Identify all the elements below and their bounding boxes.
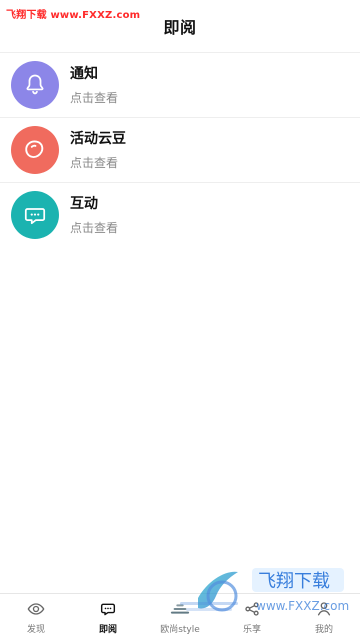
watermark-brand-text: 飞翔下载 xyxy=(258,571,330,592)
item-title: 活动云豆 xyxy=(70,130,126,147)
bottom-nav: 发现 即阅 欧尚style 乐享 我的 xyxy=(0,593,360,638)
bell-icon xyxy=(26,74,44,95)
nav-label: 即阅 xyxy=(98,624,117,635)
item-title: 互动 xyxy=(70,195,98,212)
bean-icon xyxy=(25,140,44,158)
chat-bubble-icon xyxy=(24,208,46,225)
interaction-avatar xyxy=(11,191,59,239)
nav-label: 欧尚style xyxy=(160,624,200,635)
list-item-activity-beans[interactable]: 活动云豆 点击查看 xyxy=(0,117,360,182)
share-icon xyxy=(241,598,263,620)
list-item-notifications[interactable]: 通知 点击查看 xyxy=(0,53,360,117)
user-icon xyxy=(313,598,335,620)
list-item-interaction[interactable]: 互动 点击查看 xyxy=(0,182,360,247)
activity-avatar xyxy=(11,126,59,174)
nav-reading[interactable]: 即阅 xyxy=(72,594,144,638)
item-subtitle: 点击查看 xyxy=(70,91,119,106)
style-icon xyxy=(169,598,191,620)
nav-label: 我的 xyxy=(314,624,333,635)
item-title: 通知 xyxy=(70,65,98,82)
notification-text: 通知 点击查看 xyxy=(70,65,118,106)
item-subtitle: 点击查看 xyxy=(70,221,119,236)
watermark-top: 飞翔下载 www.FXXZ.com xyxy=(6,10,141,21)
nav-mine[interactable]: 我的 xyxy=(288,594,360,638)
screen: 飞翔下载 www.FXXZ.com 即阅 通知 点击查看 活动云豆 点击查看 互… xyxy=(0,0,360,638)
nav-enjoy[interactable]: 乐享 xyxy=(216,594,288,638)
nav-oushang-style[interactable]: 欧尚style xyxy=(144,594,216,638)
nav-label: 乐享 xyxy=(242,624,261,635)
nav-discover[interactable]: 发现 xyxy=(0,594,72,638)
notification-avatar xyxy=(11,61,59,109)
message-list: 通知 点击查看 活动云豆 点击查看 互动 点击查看 xyxy=(0,53,360,247)
item-subtitle: 点击查看 xyxy=(70,156,119,171)
chat-dots-icon xyxy=(97,598,119,620)
interaction-text: 互动 点击查看 xyxy=(70,195,118,236)
page-title: 即阅 xyxy=(163,18,197,37)
activity-text: 活动云豆 点击查看 xyxy=(70,130,126,171)
eye-icon xyxy=(25,598,47,620)
nav-label: 发现 xyxy=(26,624,45,635)
